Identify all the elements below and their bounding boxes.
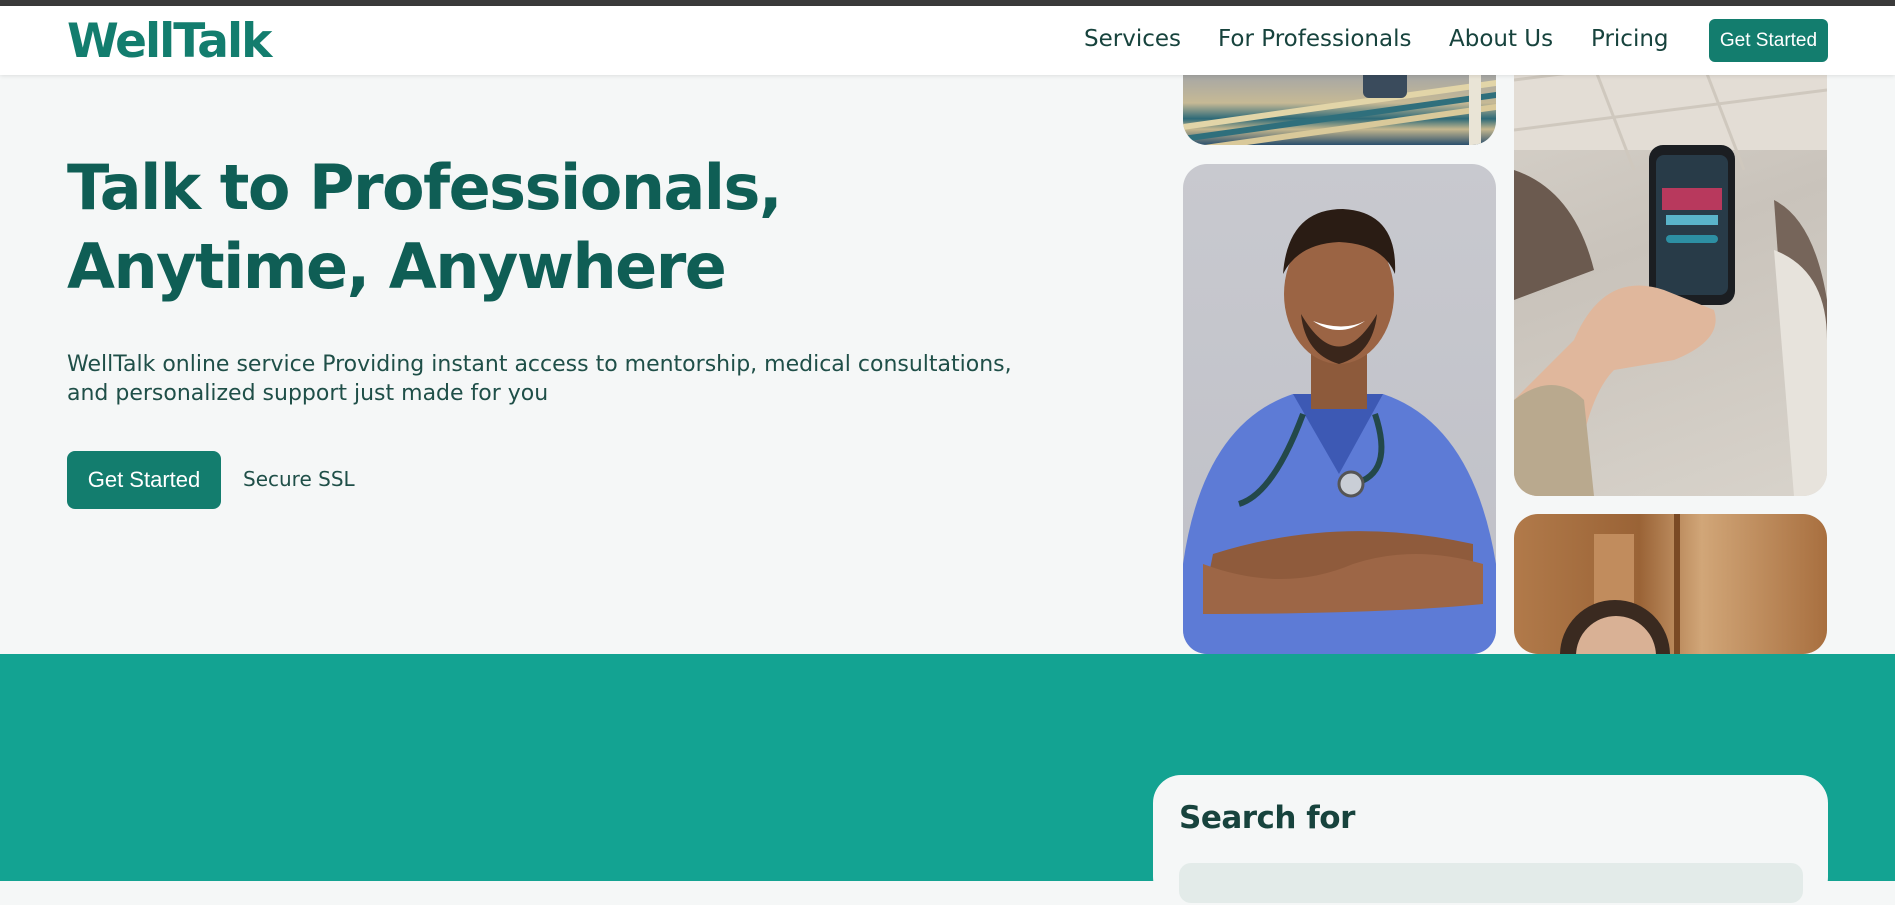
nav-for-professionals[interactable]: For Professionals — [1218, 26, 1411, 52]
nav-services[interactable]: Services — [1084, 26, 1181, 52]
phone-in-hand-photo — [1514, 40, 1827, 496]
site-header: WellTalk Services For Professionals Abou… — [0, 6, 1895, 75]
smiling-doctor-photo — [1183, 164, 1496, 654]
woman-wood-interior-photo — [1514, 514, 1827, 654]
doctor-illustration — [1183, 209, 1496, 654]
secure-ssl-label: Secure SSL — [243, 467, 355, 491]
search-card: Search for — [1153, 775, 1828, 905]
hero-title: Talk to Professionals, Anytime, Anywhere — [67, 151, 783, 303]
nav-about-us[interactable]: About Us — [1449, 26, 1553, 52]
header-get-started-button[interactable]: Get Started — [1709, 19, 1828, 62]
hero-get-started-button[interactable]: Get Started — [67, 451, 221, 509]
hero-subtitle: WellTalk online service Providing instan… — [67, 352, 1012, 406]
nav-pricing[interactable]: Pricing — [1591, 26, 1669, 52]
search-title: Search for — [1179, 800, 1355, 836]
logo[interactable]: WellTalk — [67, 14, 272, 69]
phone-scene-illustration — [1514, 40, 1827, 496]
search-input[interactable] — [1179, 863, 1803, 903]
